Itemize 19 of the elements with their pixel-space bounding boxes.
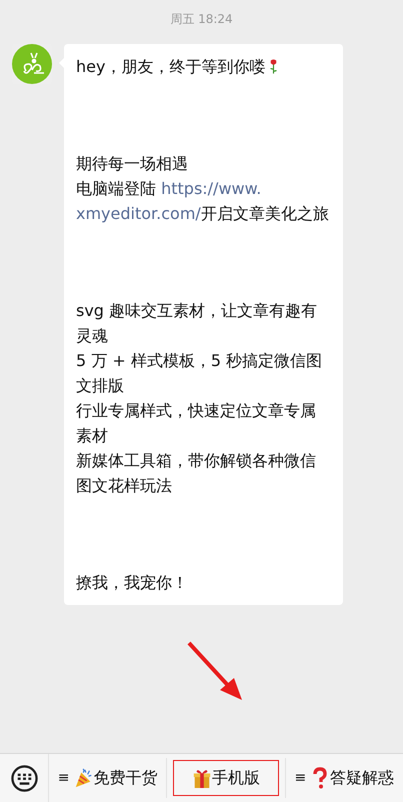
message-text: 行业专属样式，快速定位文章专属素材 (76, 401, 316, 445)
timestamp: 周五 18:24 (169, 11, 234, 28)
link[interactable]: https://www. (161, 179, 262, 198)
party-popper-icon (74, 767, 94, 789)
message-text: hey，朋友，终于等到你喽 (76, 57, 266, 76)
menu-button[interactable]: 手机版 (172, 760, 279, 796)
keyboard-icon (10, 764, 38, 792)
message-text: 5 万 + 样式模板，5 秒搞定微信图文排版 (76, 351, 322, 395)
message-text: 电脑端登陆 (76, 179, 157, 198)
message-text: svg 趣味交互素材，让文章有趣有灵魂 (76, 301, 318, 345)
rose-icon (268, 58, 280, 74)
menu-button[interactable]: ≡ 免费干货 (50, 760, 165, 796)
gift-icon (192, 767, 212, 789)
menu-button[interactable]: ≡ 答疑解惑 (287, 760, 402, 796)
message-text: 新媒体工具箱，带你解锁各种微信图文花样玩法 (76, 451, 316, 495)
message-text: 开启文章美化之旅 (200, 204, 329, 223)
link[interactable]: xmyeditor.com/ (76, 204, 201, 223)
message-text: 期待每一场相遇 (76, 154, 188, 173)
message-text: 撩我，我宠你！ (76, 573, 188, 592)
